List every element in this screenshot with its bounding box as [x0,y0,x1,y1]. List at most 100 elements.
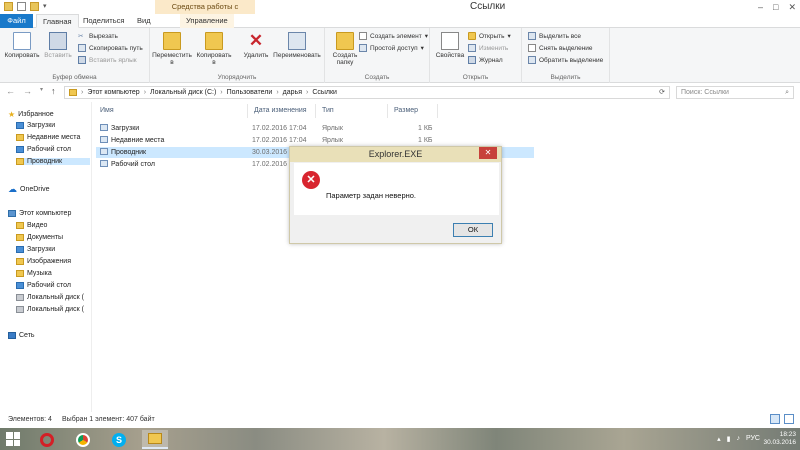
edit-button[interactable]: Изменить [468,44,508,52]
volume-icon[interactable]: ♪ [736,435,740,443]
tab-home[interactable]: Главная [36,14,79,28]
group-clipboard: Копировать Вставить ✂ Вырезать Скопирова… [0,28,150,83]
dialog-title-bar: Explorer.EXE ✕ [290,147,501,162]
nav-item-local-disk-2[interactable]: Локальный диск ( [16,306,84,313]
open-button[interactable]: Открыть ▾ [468,32,511,40]
history-button[interactable]: Журнал [468,56,503,64]
navigation-pane: ★ Избранное Загрузки Недавние места Рабо… [0,102,92,412]
edit-icon [468,44,476,52]
easy-access-button[interactable]: Простой доступ ▾ [359,44,424,52]
details-view-icon[interactable] [770,414,780,424]
rename-icon [288,32,306,50]
clock[interactable]: 18:23 30.03.2016 [763,431,796,447]
select-none-button[interactable]: Снять выделение [528,44,593,52]
group-create: Создать папку Создать элемент ▾ Простой … [325,28,430,83]
network-tray-icon[interactable]: ▮ [727,435,731,443]
paste-shortcut-button[interactable]: Вставить ярлык [78,56,137,64]
group-label-organize: Упорядочить [217,74,257,81]
maximize-button[interactable]: □ [773,2,778,13]
chevron-down-icon[interactable]: ▾ [43,2,47,11]
taskbar-chrome[interactable] [70,430,96,449]
nav-item-music[interactable]: Музыка [16,270,52,277]
back-arrow-icon[interactable]: ← [6,86,15,96]
invert-selection-button[interactable]: Обратить выделение [528,56,603,64]
copy-path-button[interactable]: Скопировать путь [78,44,143,52]
nav-item-video[interactable]: Видео [16,222,47,229]
new-item-button[interactable]: Создать элемент ▾ [359,32,428,40]
documents-folder-icon [16,234,24,241]
search-icon[interactable]: ⌕ [785,87,789,98]
language-indicator[interactable]: РУС [746,435,760,443]
nav-this-pc[interactable]: Этот компьютер [8,210,71,217]
dialog-title: Explorer.EXE [368,149,423,159]
column-header-date[interactable]: Дата изменения [248,104,316,118]
new-folder-icon[interactable] [30,2,39,11]
column-header-type[interactable]: Тип [316,104,388,118]
tab-share[interactable]: Поделиться [77,14,130,28]
move-to-button[interactable]: Переместить в [152,32,192,66]
taskbar-skype[interactable]: S [106,430,132,449]
close-button[interactable]: ✕ [788,2,796,13]
table-row[interactable]: Загрузки 17.02.2016 17:04 Ярлык 1 КБ [96,123,534,134]
window-title: Ссылки [470,1,506,12]
nav-item-pictures[interactable]: Изображения [16,258,71,265]
nav-item-desktop[interactable]: Рабочий стол [16,146,71,153]
nav-item-local-disk-1[interactable]: Локальный диск ( [16,294,84,301]
nav-item-documents[interactable]: Документы [16,234,63,241]
nav-item-desktop-pc[interactable]: Рабочий стол [16,282,71,289]
tab-file[interactable]: Файл [0,14,33,28]
group-label-open: Открыть [462,74,489,81]
search-input[interactable]: Поиск: Ссылки ⌕ [676,86,794,99]
nav-network[interactable]: Сеть [8,332,35,339]
nav-item-recent[interactable]: Недавние места [16,134,80,141]
table-row[interactable]: Недавние места 17.02.2016 17:04 Ярлык 1 … [96,135,534,146]
breadcrumb-segment[interactable]: Этот компьютер [87,87,139,98]
minimize-button[interactable]: – [758,2,763,13]
new-folder-large-icon [336,32,354,50]
scissors-icon: ✂ [78,33,84,40]
nav-item-explorer[interactable]: Проводник [16,158,90,165]
column-header-name[interactable]: Имя [94,104,248,118]
up-arrow-icon[interactable]: ↑ [51,86,56,96]
computer-icon [8,210,16,217]
copy-to-button[interactable]: Копировать в [194,32,234,66]
dialog-close-button[interactable]: ✕ [479,147,497,159]
column-header-size[interactable]: Размер [388,104,438,118]
tab-view[interactable]: Вид [131,14,157,28]
select-all-button[interactable]: Выделить все [528,32,581,40]
system-tray: ▴ ▮ ♪ РУС [717,435,760,443]
skype-icon: S [112,432,126,447]
tray-chevron-icon[interactable]: ▴ [717,435,721,443]
nav-onedrive[interactable]: ☁ OneDrive [8,184,50,195]
nav-favorites[interactable]: ★ Избранное [8,110,54,119]
breadcrumb-segment[interactable]: Локальный диск (C:) [150,87,216,98]
rename-button[interactable]: Переименовать [270,32,324,59]
properties-icon[interactable] [17,2,26,11]
breadcrumb-segment[interactable]: Ссылки [312,87,337,98]
ok-button[interactable]: ОК [453,223,493,237]
taskbar: S ▴ ▮ ♪ РУС 18:23 30.03.2016 [0,428,800,450]
history-icon [468,56,476,64]
cut-button[interactable]: ✂ Вырезать [78,32,118,41]
properties-button[interactable]: Свойства [430,32,470,59]
refresh-icon[interactable]: ⟳ [659,87,665,98]
taskbar-explorer[interactable] [142,430,168,449]
address-bar[interactable]: › Этот компьютер › Локальный диск (C:) ›… [64,86,670,99]
recent-chevron-icon[interactable]: ▾ [40,86,43,96]
taskbar-opera[interactable] [34,430,60,449]
nav-item-downloads-pc[interactable]: Загрузки [16,246,55,253]
breadcrumb-segment[interactable]: дарья [283,87,302,98]
open-icon [468,32,476,40]
forward-arrow-icon[interactable]: → [23,86,32,96]
ribbon: Копировать Вставить ✂ Вырезать Скопирова… [0,28,800,83]
paste-button[interactable]: Вставить [38,32,78,59]
group-label-create: Создать [364,74,390,81]
breadcrumb-segment[interactable]: Пользователи [227,87,273,98]
start-button[interactable] [6,432,20,446]
copy-button[interactable]: Копировать [2,32,42,59]
nav-item-downloads[interactable]: Загрузки [16,122,55,129]
delete-icon: ✕ [248,31,264,50]
large-icons-view-icon[interactable] [784,414,794,424]
ribbon-tabs: Файл Главная Поделиться Вид Управление [0,14,800,28]
tab-manage[interactable]: Управление [180,14,234,28]
